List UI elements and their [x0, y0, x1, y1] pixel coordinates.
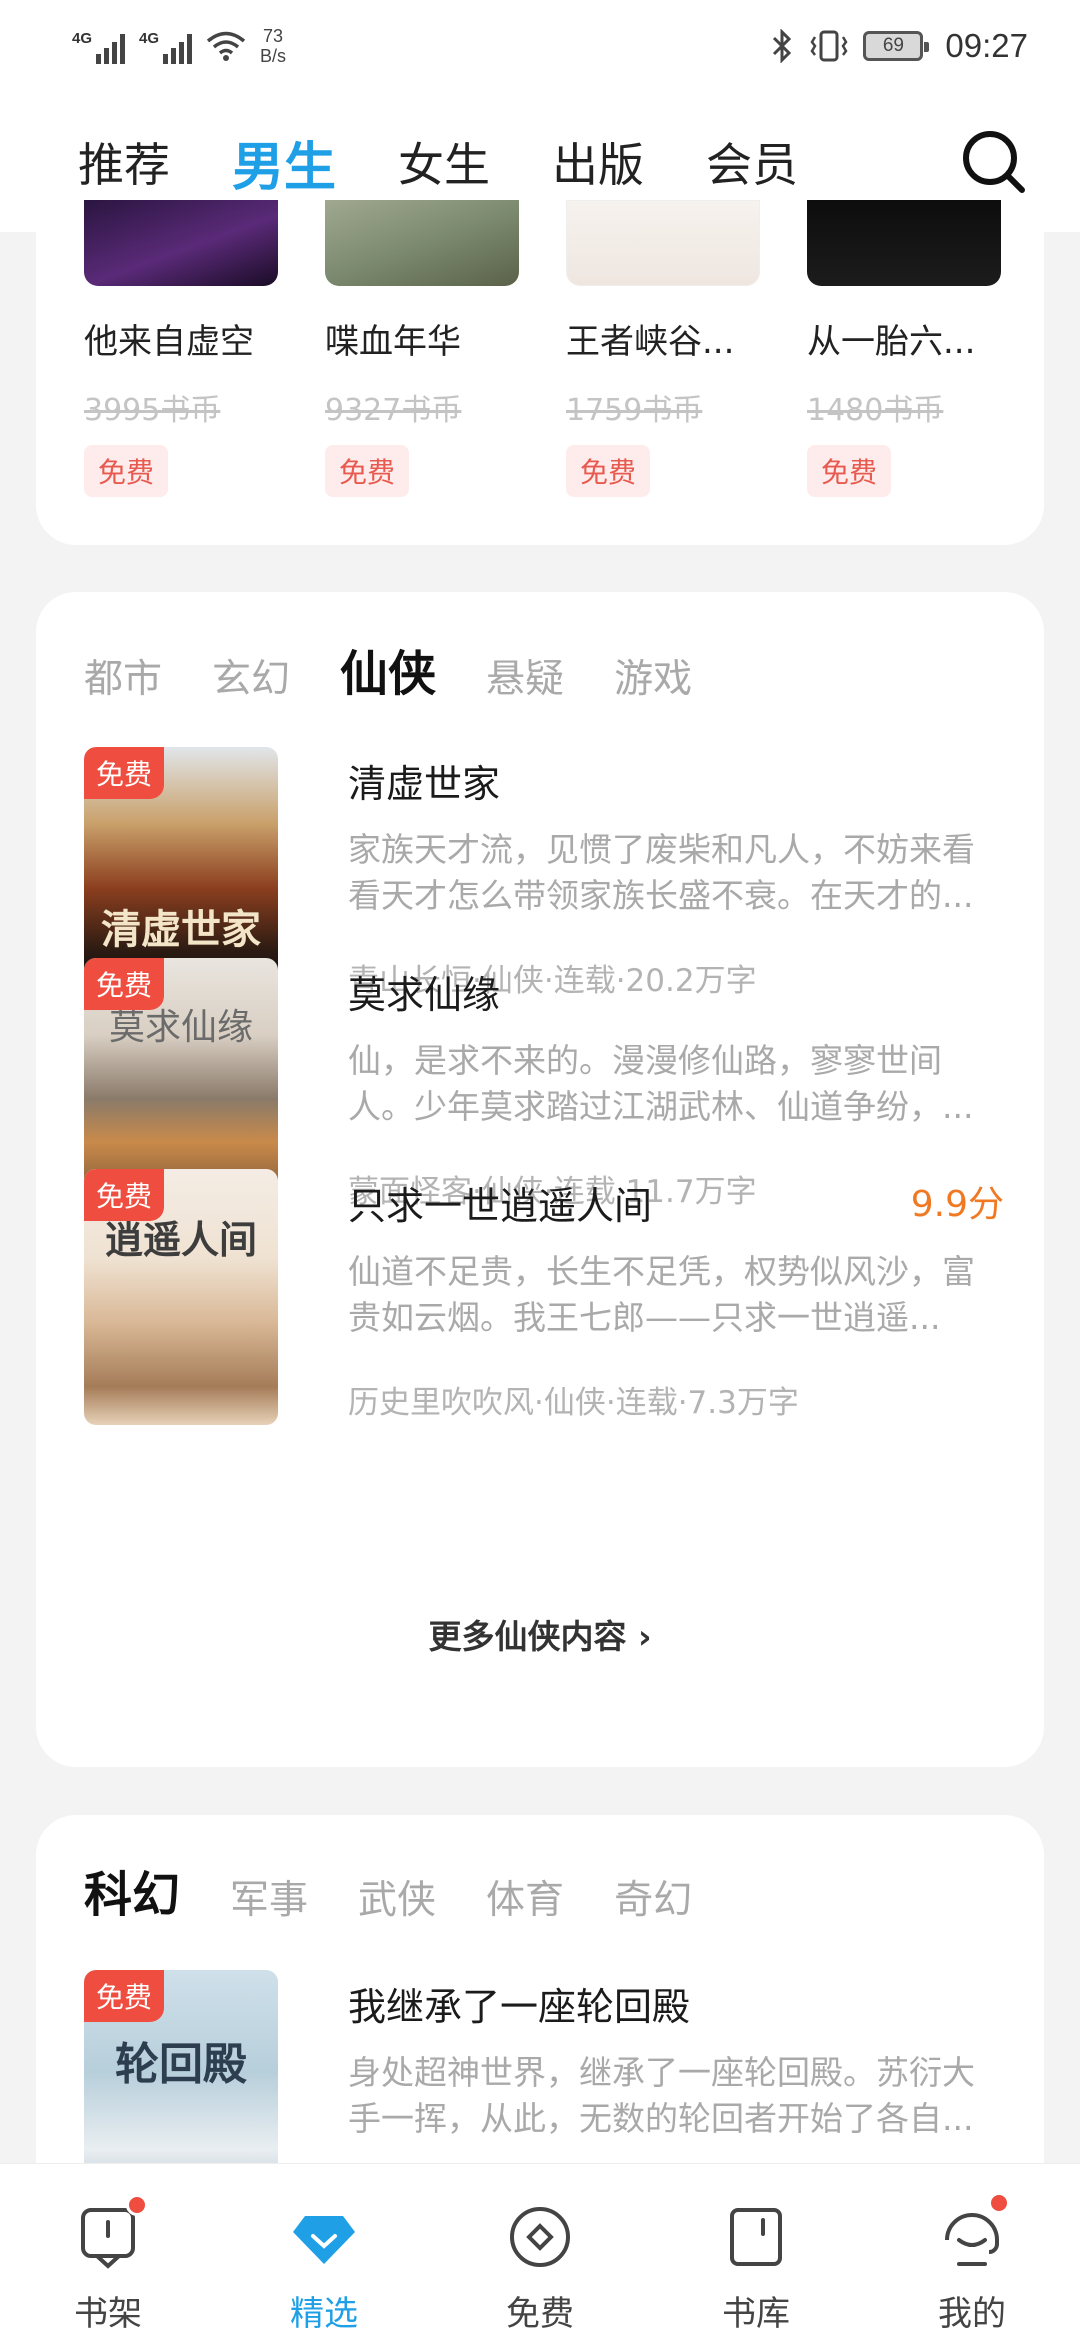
- genre-tabs: 都市 玄幻 仙侠 悬疑 游戏: [84, 634, 742, 704]
- speed-value: 73: [262, 26, 284, 46]
- free-badge: 免费: [807, 445, 892, 497]
- bluetooth-icon: [773, 29, 792, 63]
- free-badge: 免费: [566, 445, 651, 497]
- cover-title: 清虚世家: [101, 906, 261, 953]
- battery-icon: 69: [863, 31, 930, 61]
- free-tag: 免费: [84, 747, 165, 799]
- book-cover[interactable]: [325, 200, 519, 286]
- nav-free[interactable]: 免费: [432, 2164, 648, 2340]
- signal-icon-2: 4G: [139, 28, 192, 64]
- free-book-item[interactable]: 从一胎六... 1480书币 免费: [807, 200, 1007, 497]
- genre-tab-fantasy[interactable]: 玄幻: [212, 648, 290, 704]
- genre-tab-wuxia[interactable]: 武侠: [358, 1869, 436, 1925]
- book-score: 9.9分: [910, 1184, 1004, 1225]
- genre-tab-game[interactable]: 游戏: [614, 648, 692, 704]
- status-left: 4G 4G 73 B/s: [72, 26, 286, 66]
- library-icon: [730, 2208, 782, 2266]
- nav-featured[interactable]: 精选: [216, 2164, 432, 2340]
- cover-title: 轮回殿: [115, 2039, 247, 2090]
- book-cover[interactable]: [84, 200, 278, 286]
- notification-dot: [126, 2194, 148, 2216]
- app-screen: 4G 4G 73 B/s 69 09:27 推荐 男生 女生 出版 会员 他来自…: [0, 0, 1080, 2340]
- nav-bookshelf[interactable]: 书架: [0, 2164, 216, 2340]
- battery-level: 69: [882, 35, 904, 56]
- nav-label: 精选: [290, 2294, 358, 2334]
- free-book-item[interactable]: 喋血年华 9327书币 免费: [325, 200, 525, 497]
- tab-female[interactable]: 女生: [398, 129, 490, 195]
- vibrate-icon: [810, 30, 848, 62]
- book-title[interactable]: 他来自虚空: [84, 314, 284, 363]
- notification-dot: [988, 2192, 1010, 2214]
- more-content-link[interactable]: 更多仙侠内容 ›: [36, 1610, 1044, 1658]
- free-book-item[interactable]: 他来自虚空 3995书币 免费: [84, 200, 284, 497]
- nav-label: 免费: [506, 2294, 574, 2334]
- genre-tab-xianxia[interactable]: 仙侠: [340, 634, 436, 704]
- free-badge: 免费: [325, 445, 410, 497]
- book-description: 家族天才流，见惯了废柴和凡人，不妨来看看天才怎么带领家族长盛不衰。在天才的...: [348, 830, 975, 915]
- book-description: 身处超神世界，继承了一座轮回殿。苏衍大手一挥，从此，无数的轮回者开始了各自...: [348, 2053, 975, 2138]
- network-speed: 73 B/s: [260, 26, 286, 66]
- free-tag: 免费: [84, 1169, 165, 1221]
- search-icon[interactable]: [960, 128, 1028, 196]
- tab-recommend[interactable]: 推荐: [78, 129, 170, 195]
- genre-tab-military[interactable]: 军事: [230, 1869, 308, 1925]
- book-cover[interactable]: [807, 200, 1001, 286]
- original-price: 1759书币: [566, 393, 703, 428]
- genre-tabs: 科幻 军事 武侠 体育 奇幻: [84, 1855, 742, 1925]
- status-right: 69 09:27: [769, 27, 1028, 65]
- genre-tab-urban[interactable]: 都市: [84, 648, 162, 704]
- tab-male[interactable]: 男生: [232, 125, 336, 226]
- original-price: 1480书币: [807, 393, 944, 428]
- book-description: 仙道不足贵，长生不足凭，权势似风沙，富贵如云烟。我王七郎——只求一世逍遥...: [348, 1252, 975, 1337]
- speed-unit: B/s: [260, 46, 287, 66]
- nav-profile[interactable]: 我的: [864, 2164, 1080, 2340]
- clock: 09:27: [945, 27, 1028, 64]
- diamond-icon: [293, 2216, 355, 2264]
- tab-vip[interactable]: 会员: [706, 129, 798, 195]
- profile-icon: [945, 2213, 999, 2266]
- tab-publish[interactable]: 出版: [552, 129, 644, 195]
- book-title[interactable]: 我继承了一座轮回殿: [348, 1976, 690, 2031]
- genre-tab-scifi[interactable]: 科幻: [84, 1855, 180, 1925]
- bottom-nav: 书架 精选 免费 书库 我的: [0, 2163, 1080, 2340]
- free-icon: [510, 2207, 570, 2267]
- nav-label: 书库: [722, 2294, 790, 2334]
- free-tag: 免费: [84, 958, 165, 1010]
- book-title[interactable]: 莫求仙缘: [348, 964, 500, 1019]
- genre-tab-sports[interactable]: 体育: [486, 1869, 564, 1925]
- genre-section-card: 都市 玄幻 仙侠 悬疑 游戏 免费 清虚世家 清虚世家 家族天才流，见惯了废柴和…: [36, 592, 1044, 1767]
- network-type-1: 4G: [72, 30, 93, 47]
- wifi-icon: [206, 31, 246, 61]
- original-price: 9327书币: [325, 393, 462, 428]
- book-cover[interactable]: [566, 200, 760, 286]
- status-bar: 4G 4G 73 B/s 69 09:27: [0, 0, 1080, 92]
- book-title[interactable]: 从一胎六...: [807, 314, 1007, 363]
- free-badge: 免费: [84, 445, 169, 497]
- book-title[interactable]: 只求一世逍遥人间: [348, 1175, 652, 1230]
- signal-icon: 4G: [72, 28, 125, 64]
- nav-label: 书架: [74, 2294, 142, 2334]
- free-book-item[interactable]: 王者峡谷... 1759书币 免费: [566, 200, 766, 497]
- free-tag: 免费: [84, 1970, 165, 2022]
- nav-label: 我的: [938, 2294, 1006, 2334]
- free-books-card: 他来自虚空 3995书币 免费 喋血年华 9327书币 免费 王者峡谷... 1…: [36, 200, 1044, 545]
- book-cover[interactable]: 免费 逍遥人间: [84, 1169, 278, 1425]
- book-title[interactable]: 清虚世家: [348, 753, 500, 808]
- book-list-item[interactable]: 免费 逍遥人间 只求一世逍遥人间 9.9分 仙道不足贵，长生不足凭，权势似风沙，…: [84, 1169, 1004, 1429]
- book-meta: 历史里吹吹风·仙侠·连载·7.3万字: [348, 1385, 799, 1421]
- genre-tab-magic[interactable]: 奇幻: [614, 1869, 692, 1925]
- book-title[interactable]: 喋血年华: [325, 314, 525, 363]
- genre-tab-mystery[interactable]: 悬疑: [486, 648, 564, 704]
- original-price: 3995书币: [84, 393, 221, 428]
- network-type-2: 4G: [139, 30, 160, 47]
- book-description: 仙，是求不来的。漫漫修仙路，寥寥世间人。少年莫求踏过江湖武林、仙道争纷，...: [348, 1041, 974, 1126]
- book-title[interactable]: 王者峡谷...: [566, 314, 766, 363]
- nav-library[interactable]: 书库: [648, 2164, 864, 2340]
